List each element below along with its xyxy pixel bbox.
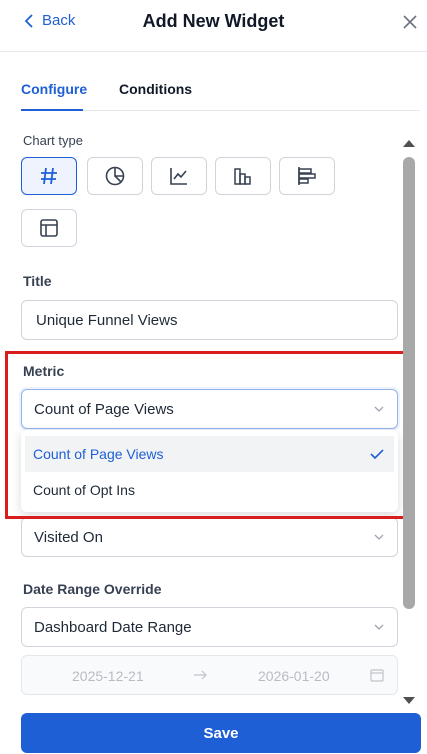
metric-label: Metric [23, 363, 65, 379]
table-icon [40, 219, 58, 237]
calendar-icon [370, 669, 384, 682]
number-icon [41, 167, 57, 185]
metric-option-label: Count of Opt Ins [33, 482, 135, 498]
date-field-select[interactable]: Visited On [21, 517, 398, 557]
chart-type-pie-button[interactable] [87, 157, 143, 195]
scrollbar-thumb[interactable] [403, 157, 415, 609]
close-icon[interactable] [402, 14, 418, 30]
date-range-override-label: Date Range Override [23, 581, 162, 597]
header: Back Add New Widget [0, 0, 427, 52]
bar-chart-icon [234, 168, 251, 185]
metric-select-value: Count of Page Views [34, 400, 174, 418]
chart-type-bar-button[interactable] [215, 157, 271, 195]
line-chart-icon [170, 168, 187, 185]
chart-type-line-button[interactable] [151, 157, 207, 195]
scroll-down-arrow-icon[interactable] [402, 696, 416, 706]
date-range-end: 2026-01-20 [258, 668, 330, 684]
chevron-down-icon [374, 406, 384, 412]
date-field-value: Visited On [34, 528, 103, 546]
metric-option-label: Count of Page Views [33, 446, 164, 462]
chart-type-number-button[interactable] [21, 157, 77, 195]
chevron-down-icon [374, 624, 384, 630]
metric-select[interactable]: Count of Page Views [21, 389, 398, 429]
page-title: Add New Widget [142, 11, 285, 31]
date-range-start: 2025-12-21 [72, 668, 144, 684]
title-label: Title [23, 273, 52, 289]
metric-dropdown: Count of Page Views Count of Opt Ins [21, 430, 398, 512]
tab-bar: Configure Conditions [21, 78, 420, 111]
check-icon [370, 449, 384, 460]
title-input[interactable]: Unique Funnel Views [21, 300, 398, 340]
active-tab-indicator [21, 109, 83, 111]
chart-type-label: Chart type [23, 133, 83, 148]
tab-conditions[interactable]: Conditions [119, 81, 192, 97]
date-range-override-value: Dashboard Date Range [34, 618, 192, 636]
pie-chart-icon [105, 166, 125, 186]
save-button[interactable]: Save [21, 713, 421, 753]
tab-configure[interactable]: Configure [21, 81, 87, 97]
date-range-picker[interactable]: 2025-12-21 2026-01-20 [21, 655, 398, 695]
chart-type-horizontal-bar-button[interactable] [279, 157, 335, 195]
chart-type-table-button[interactable] [21, 209, 77, 247]
date-range-override-select[interactable]: Dashboard Date Range [21, 607, 398, 647]
metric-option-opt-ins[interactable]: Count of Opt Ins [25, 472, 394, 508]
horizontal-bar-chart-icon [298, 167, 316, 185]
scroll-up-arrow-icon[interactable] [402, 138, 416, 148]
chevron-down-icon [374, 534, 384, 540]
metric-option-page-views[interactable]: Count of Page Views [25, 436, 394, 472]
arrow-right-icon [194, 670, 207, 680]
